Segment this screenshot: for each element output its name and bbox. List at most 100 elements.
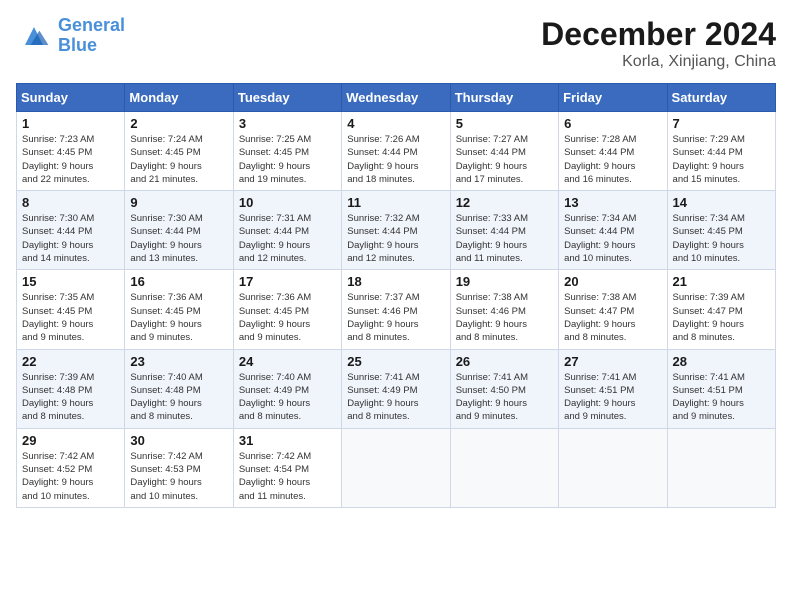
day-info: Sunrise: 7:42 AM Sunset: 4:53 PM Dayligh… [130, 450, 227, 503]
calendar-cell [559, 428, 667, 507]
day-info: Sunrise: 7:40 AM Sunset: 4:49 PM Dayligh… [239, 371, 336, 424]
day-info: Sunrise: 7:35 AM Sunset: 4:45 PM Dayligh… [22, 291, 119, 344]
calendar-cell: 10 Sunrise: 7:31 AM Sunset: 4:44 PM Dayli… [233, 191, 341, 270]
calendar-cell: 24Sunrise: 7:40 AM Sunset: 4:49 PM Dayli… [233, 349, 341, 428]
day-number: 1 [22, 116, 119, 131]
day-info: Sunrise: 7:27 AM Sunset: 4:44 PM Dayligh… [456, 133, 553, 186]
calendar-cell: 8 Sunrise: 7:30 AM Sunset: 4:44 PM Daylig… [17, 191, 125, 270]
calendar-cell: 23 Sunrise: 7:40 AM Sunset: 4:48 PM Dayli… [125, 349, 233, 428]
page-subtitle: Korla, Xinjiang, China [541, 53, 776, 71]
calendar-week-row: 15 Sunrise: 7:35 AM Sunset: 4:45 PM Dayli… [17, 270, 776, 349]
day-number: 30 [130, 433, 227, 448]
day-number: 5 [456, 116, 553, 131]
day-info: Sunrise: 7:38 AM Sunset: 4:46 PM Dayligh… [456, 291, 553, 344]
day-info: Sunrise: 7:36 AM Sunset: 4:45 PM Dayligh… [239, 291, 336, 344]
day-info: Sunrise: 7:30 AM Sunset: 4:44 PM Dayligh… [130, 212, 227, 265]
day-number: 7 [673, 116, 770, 131]
calendar-cell: 28 Sunrise: 7:41 AM Sunset: 4:51 PM Dayli… [667, 349, 775, 428]
calendar-cell: 19 Sunrise: 7:38 AM Sunset: 4:46 PM Dayli… [450, 270, 558, 349]
calendar-cell: 13Sunrise: 7:34 AM Sunset: 4:44 PM Dayli… [559, 191, 667, 270]
calendar-cell: 25Sunrise: 7:41 AM Sunset: 4:49 PM Dayli… [342, 349, 450, 428]
day-number: 14 [673, 195, 770, 210]
calendar-cell: 4Sunrise: 7:26 AM Sunset: 4:44 PM Daylig… [342, 112, 450, 191]
day-number: 18 [347, 274, 444, 289]
day-number: 20 [564, 274, 661, 289]
page-header: General Blue December 2024 Korla, Xinjia… [16, 16, 776, 71]
day-number: 23 [130, 354, 227, 369]
calendar-header-row: SundayMondayTuesdayWednesdayThursdayFrid… [17, 84, 776, 112]
day-number: 26 [456, 354, 553, 369]
day-number: 25 [347, 354, 444, 369]
day-info: Sunrise: 7:39 AM Sunset: 4:47 PM Dayligh… [673, 291, 770, 344]
day-number: 9 [130, 195, 227, 210]
day-of-week-header: Wednesday [342, 84, 450, 112]
calendar-cell: 15 Sunrise: 7:35 AM Sunset: 4:45 PM Dayli… [17, 270, 125, 349]
calendar-cell: 7 Sunrise: 7:29 AM Sunset: 4:44 PM Daylig… [667, 112, 775, 191]
day-info: Sunrise: 7:42 AM Sunset: 4:54 PM Dayligh… [239, 450, 336, 503]
calendar-cell [667, 428, 775, 507]
calendar-cell: 5 Sunrise: 7:27 AM Sunset: 4:44 PM Daylig… [450, 112, 558, 191]
calendar-cell: 3 Sunrise: 7:25 AM Sunset: 4:45 PM Daylig… [233, 112, 341, 191]
calendar-cell: 26 Sunrise: 7:41 AM Sunset: 4:50 PM Dayli… [450, 349, 558, 428]
calendar-cell: 9 Sunrise: 7:30 AM Sunset: 4:44 PM Daylig… [125, 191, 233, 270]
calendar-cell: 27 Sunrise: 7:41 AM Sunset: 4:51 PM Dayli… [559, 349, 667, 428]
day-info: Sunrise: 7:40 AM Sunset: 4:48 PM Dayligh… [130, 371, 227, 424]
day-number: 16 [130, 274, 227, 289]
calendar-cell: 12Sunrise: 7:33 AM Sunset: 4:44 PM Dayli… [450, 191, 558, 270]
calendar-cell: 16Sunrise: 7:36 AM Sunset: 4:45 PM Dayli… [125, 270, 233, 349]
day-info: Sunrise: 7:38 AM Sunset: 4:47 PM Dayligh… [564, 291, 661, 344]
day-number: 13 [564, 195, 661, 210]
day-info: Sunrise: 7:24 AM Sunset: 4:45 PM Dayligh… [130, 133, 227, 186]
logo-icon [16, 18, 52, 54]
day-number: 28 [673, 354, 770, 369]
calendar-cell [450, 428, 558, 507]
calendar-cell: 21 Sunrise: 7:39 AM Sunset: 4:47 PM Dayli… [667, 270, 775, 349]
day-number: 11 [347, 195, 444, 210]
page-title: December 2024 [541, 16, 776, 53]
calendar-cell: 2 Sunrise: 7:24 AM Sunset: 4:45 PM Daylig… [125, 112, 233, 191]
calendar-cell: 11 Sunrise: 7:32 AM Sunset: 4:44 PM Dayli… [342, 191, 450, 270]
day-number: 27 [564, 354, 661, 369]
calendar-week-row: 1 Sunrise: 7:23 AM Sunset: 4:45 PM Daylig… [17, 112, 776, 191]
day-of-week-header: Monday [125, 84, 233, 112]
day-info: Sunrise: 7:26 AM Sunset: 4:44 PM Dayligh… [347, 133, 444, 186]
calendar-cell: 18 Sunrise: 7:37 AM Sunset: 4:46 PM Dayli… [342, 270, 450, 349]
title-block: December 2024 Korla, Xinjiang, China [541, 16, 776, 71]
calendar-week-row: 8 Sunrise: 7:30 AM Sunset: 4:44 PM Daylig… [17, 191, 776, 270]
day-of-week-header: Thursday [450, 84, 558, 112]
day-info: Sunrise: 7:32 AM Sunset: 4:44 PM Dayligh… [347, 212, 444, 265]
day-number: 15 [22, 274, 119, 289]
day-number: 10 [239, 195, 336, 210]
logo-text: General Blue [58, 16, 125, 56]
day-number: 29 [22, 433, 119, 448]
calendar-week-row: 22Sunrise: 7:39 AM Sunset: 4:48 PM Dayli… [17, 349, 776, 428]
day-number: 19 [456, 274, 553, 289]
day-of-week-header: Sunday [17, 84, 125, 112]
day-number: 2 [130, 116, 227, 131]
calendar-cell: 31Sunrise: 7:42 AM Sunset: 4:54 PM Dayli… [233, 428, 341, 507]
day-info: Sunrise: 7:42 AM Sunset: 4:52 PM Dayligh… [22, 450, 119, 503]
day-info: Sunrise: 7:30 AM Sunset: 4:44 PM Dayligh… [22, 212, 119, 265]
day-of-week-header: Tuesday [233, 84, 341, 112]
day-of-week-header: Friday [559, 84, 667, 112]
day-number: 8 [22, 195, 119, 210]
logo: General Blue [16, 16, 125, 56]
calendar-cell: 6Sunrise: 7:28 AM Sunset: 4:44 PM Daylig… [559, 112, 667, 191]
day-number: 21 [673, 274, 770, 289]
day-info: Sunrise: 7:25 AM Sunset: 4:45 PM Dayligh… [239, 133, 336, 186]
day-info: Sunrise: 7:23 AM Sunset: 4:45 PM Dayligh… [22, 133, 119, 186]
calendar-cell: 1 Sunrise: 7:23 AM Sunset: 4:45 PM Daylig… [17, 112, 125, 191]
day-info: Sunrise: 7:37 AM Sunset: 4:46 PM Dayligh… [347, 291, 444, 344]
day-info: Sunrise: 7:41 AM Sunset: 4:51 PM Dayligh… [673, 371, 770, 424]
day-number: 22 [22, 354, 119, 369]
day-info: Sunrise: 7:41 AM Sunset: 4:50 PM Dayligh… [456, 371, 553, 424]
day-info: Sunrise: 7:29 AM Sunset: 4:44 PM Dayligh… [673, 133, 770, 186]
day-info: Sunrise: 7:41 AM Sunset: 4:51 PM Dayligh… [564, 371, 661, 424]
calendar-week-row: 29 Sunrise: 7:42 AM Sunset: 4:52 PM Dayli… [17, 428, 776, 507]
day-number: 17 [239, 274, 336, 289]
day-info: Sunrise: 7:33 AM Sunset: 4:44 PM Dayligh… [456, 212, 553, 265]
day-info: Sunrise: 7:31 AM Sunset: 4:44 PM Dayligh… [239, 212, 336, 265]
calendar-cell [342, 428, 450, 507]
day-number: 3 [239, 116, 336, 131]
day-of-week-header: Saturday [667, 84, 775, 112]
